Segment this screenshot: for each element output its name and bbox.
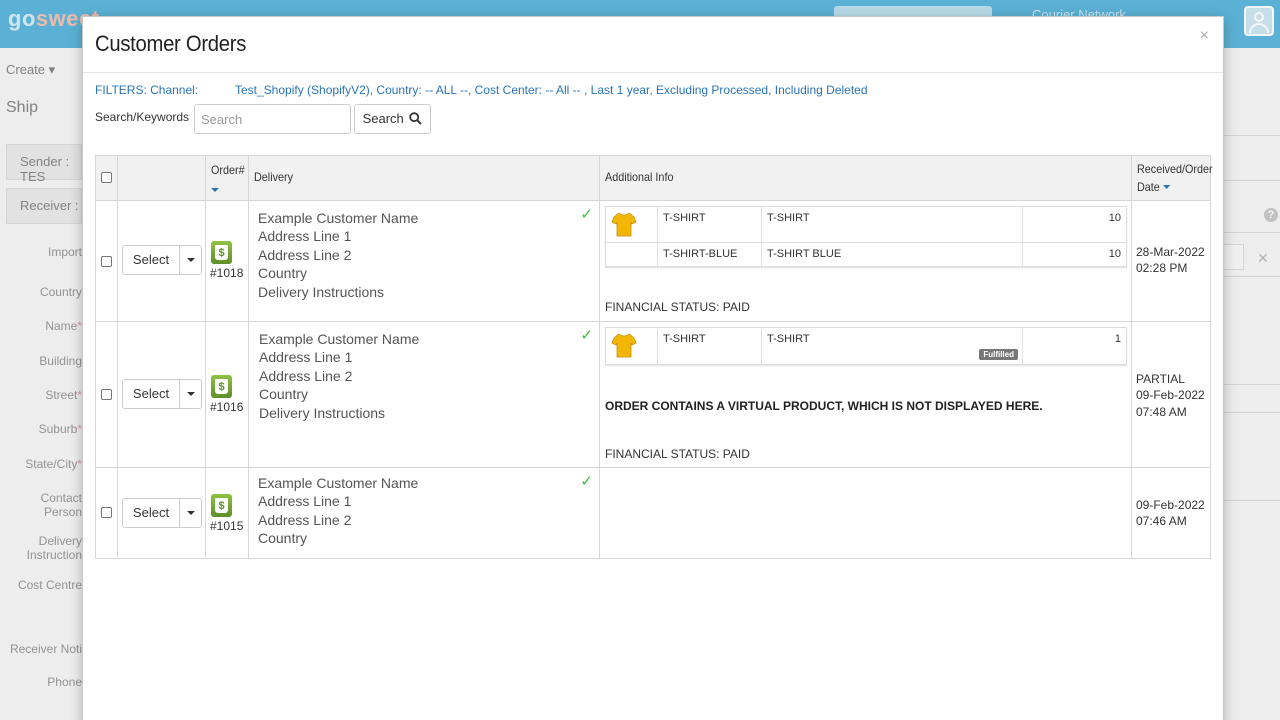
fulfillment-status: PARTIAL (1136, 372, 1185, 386)
item-qty: 1 (1114, 333, 1121, 345)
select-all-checkbox[interactable] (101, 172, 112, 183)
delivery-address: Example Customer Name Address Line 1 Add… (258, 475, 419, 547)
search-button[interactable]: Search (354, 104, 431, 134)
select-dropdown-toggle[interactable] (180, 499, 202, 527)
received-header-label: Received/Order (1137, 162, 1213, 176)
order-header-label: Order# (211, 163, 245, 177)
search-keywords-label: Search/Keywords (95, 110, 190, 124)
line-item: T-SHIRT T-SHIRT 10 (606, 207, 1126, 243)
close-icon[interactable]: × (1200, 27, 1209, 45)
date-header-label: Date (1137, 180, 1171, 194)
header-select-all (96, 156, 118, 200)
item-name: T-SHIRT (767, 333, 810, 345)
item-name: T-SHIRT (762, 207, 1023, 242)
order-number[interactable]: #1016 (210, 400, 243, 414)
virtual-product-note: ORDER CONTAINS A VIRTUAL PRODUCT, WHICH … (605, 399, 1043, 413)
header-additional-info: Additional Info (600, 156, 1132, 200)
modal-title: Customer Orders (95, 31, 247, 56)
filters-link[interactable]: Test_Shopify (ShopifyV2), Country: -- AL… (235, 83, 868, 97)
line-items: T-SHIRT T-SHIRT Fulfilled 1 (605, 327, 1127, 365)
chevron-down-icon (187, 258, 195, 262)
orders-table: Order# Delivery Additional Info Received… (95, 155, 1213, 559)
header-actions (118, 156, 206, 200)
filters-summary: FILTERS: Channel: Test_Shopify (ShopifyV2… (95, 83, 868, 97)
shopify-icon: $ (211, 375, 232, 398)
fulfilled-badge: Fulfilled (979, 349, 1018, 360)
financial-status: FINANCIAL STATUS: PAID (605, 300, 750, 314)
header-delivery: Delivery (249, 156, 600, 200)
search-input[interactable] (194, 104, 351, 134)
order-date: 09-Feb-2022 07:46 AM (1136, 498, 1205, 529)
item-qty: 10 (1108, 248, 1121, 260)
row-checkbox[interactable] (101, 256, 112, 267)
validated-check-icon: ✓ (580, 327, 593, 344)
row-checkbox[interactable] (101, 507, 112, 518)
order-number[interactable]: #1015 (210, 519, 243, 533)
search-icon (409, 112, 423, 125)
sort-desc-icon[interactable] (211, 188, 219, 192)
sort-desc-icon[interactable] (1162, 185, 1171, 189)
order-number[interactable]: #1018 (210, 266, 243, 280)
shopify-icon: $ (211, 494, 232, 517)
header-received-date[interactable]: Received/Order Date (1132, 156, 1213, 200)
chevron-down-icon (187, 392, 195, 396)
additional-info-empty (600, 468, 1132, 558)
shopify-icon: $ (211, 241, 232, 264)
financial-status: FINANCIAL STATUS: PAID (605, 447, 750, 461)
yellow-tshirt-icon (611, 212, 637, 237)
modal-header: Customer Orders × (83, 17, 1223, 73)
item-name: T-SHIRT BLUE (762, 243, 1023, 266)
yellow-tshirt-icon (611, 333, 637, 358)
select-split-button: Select (122, 245, 202, 275)
table-row[interactable]: Select $ #1015 Example Customer Name Add… (96, 467, 1210, 558)
order-date: PARTIAL 09-Feb-2022 07:48 AM (1136, 372, 1205, 419)
filters-label: FILTERS: Channel: (95, 83, 199, 97)
line-item: T-SHIRT-BLUE T-SHIRT BLUE 10 (606, 243, 1126, 266)
item-name-cell: T-SHIRT Fulfilled (762, 328, 1023, 364)
delivery-address: Example Customer Name Address Line 1 Add… (258, 210, 419, 300)
additional-info-header-label: Additional Info (605, 170, 674, 184)
select-split-button: Select (122, 379, 202, 409)
select-dropdown-toggle[interactable] (180, 380, 202, 408)
item-sku: T-SHIRT-BLUE (658, 243, 762, 266)
delivery-header-label: Delivery (254, 170, 294, 184)
item-qty: 10 (1108, 212, 1121, 224)
select-button[interactable]: Select (123, 246, 180, 274)
table-row[interactable]: Select $ #1016 Example Customer Name Add… (96, 321, 1210, 467)
order-date: 28-Mar-2022 02:28 PM (1136, 245, 1205, 276)
chevron-down-icon (187, 511, 195, 515)
line-items: T-SHIRT T-SHIRT 10 T-SHIRT-BLUE T-SHIRT … (605, 206, 1127, 267)
select-split-button: Select (122, 498, 202, 528)
line-item: T-SHIRT T-SHIRT Fulfilled 1 (606, 328, 1126, 364)
validated-check-icon: ✓ (580, 473, 593, 490)
item-sku: T-SHIRT (658, 328, 762, 364)
header-order[interactable]: Order# (206, 156, 249, 200)
delivery-address: Example Customer Name Address Line 1 Add… (259, 331, 420, 421)
select-button[interactable]: Select (123, 380, 180, 408)
select-button[interactable]: Select (123, 499, 180, 527)
customer-orders-modal: Customer Orders × FILTERS: Channel: Test_… (82, 16, 1224, 720)
search-button-label: Search (362, 111, 404, 126)
select-dropdown-toggle[interactable] (180, 246, 202, 274)
validated-check-icon: ✓ (580, 206, 593, 223)
table-row[interactable]: Select $ #1018 Example Customer Name Add… (96, 200, 1210, 321)
item-sku: T-SHIRT (658, 207, 762, 242)
row-checkbox[interactable] (101, 389, 112, 400)
